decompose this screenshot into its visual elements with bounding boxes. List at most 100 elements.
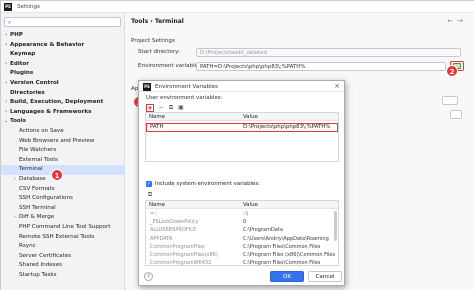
user-env-vars-label: User environment variables: xyxy=(146,95,223,101)
sidebar-item[interactable]: ⌄ Tools xyxy=(1,117,125,127)
settings-search-input[interactable]: ⌕ xyxy=(4,17,121,27)
var-value: C:\Program Files (x86)\Common Files xyxy=(243,252,336,258)
close-icon[interactable]: × xyxy=(334,82,340,90)
system-var-row[interactable]: CommonProgramW6432 C:\Program Files\Commo… xyxy=(146,259,338,266)
shell-path-field[interactable] xyxy=(442,96,458,105)
sidebar-item[interactable]: Plugins xyxy=(1,69,125,79)
chevron-icon[interactable]: ⌄ xyxy=(3,117,9,127)
copy-icon[interactable]: ⧉ xyxy=(167,104,175,112)
sidebar-item[interactable]: › Languages & Frameworks xyxy=(1,108,125,118)
sidebar-item[interactable]: Web Browsers and Preview xyxy=(1,137,125,147)
sidebar-item[interactable]: Startup Tasks xyxy=(1,271,125,281)
sidebar-item[interactable]: File Watchers xyxy=(1,146,125,156)
sidebar-item-label: Shared Indexes xyxy=(19,262,63,269)
sidebar-item-label: External Tools xyxy=(19,156,58,163)
sidebar-item[interactable]: › Build, Execution, Deployment xyxy=(1,98,125,108)
settings-window: PS Settings ⌕ › PHP › Appearance & Behavior… xyxy=(0,0,474,290)
env-vars-field[interactable]: PATH=D:\Projects\php\php83\;%PATH% xyxy=(196,62,446,71)
start-directory-label: Start directory: xyxy=(138,49,180,55)
var-name: _PSLockDownPolicy xyxy=(150,219,199,226)
sidebar-item[interactable]: Server Certificates xyxy=(1,252,125,262)
start-directory-field[interactable]: D:\Projects\web\_deleted xyxy=(196,48,461,57)
sidebar-item[interactable]: PHP Command Line Tool Support xyxy=(1,223,125,233)
var-value: C:\Program Files\Common Files xyxy=(243,260,321,266)
sidebar-item-label: CSV Formats xyxy=(19,185,55,192)
dialog-title-bar: PS Environment Variables × xyxy=(139,81,344,92)
sidebar-item-label: SSH Configurations xyxy=(19,195,73,202)
add-variable-button[interactable]: + xyxy=(146,104,154,112)
name-column-header: Name xyxy=(149,202,165,208)
sidebar-item[interactable]: Directories xyxy=(1,89,125,99)
phpstorm-logo-icon: PS xyxy=(4,3,12,11)
user-vars-table: Name Value PATH D:\Projects\php\php83\;%P… xyxy=(145,112,339,162)
sidebar-item[interactable]: SSH Terminal xyxy=(1,204,125,214)
system-var-row[interactable]: ALLUSERSPROFILE C:\ProgramData xyxy=(146,226,338,234)
sidebar-item-label: Actions on Save xyxy=(19,128,64,134)
sidebar-item[interactable]: Rsync xyxy=(1,242,125,252)
sidebar-item[interactable]: › Appearance & Behavior xyxy=(1,41,125,51)
project-settings-title: Project Settings xyxy=(131,38,175,44)
sidebar-item-label: Server Certificates xyxy=(19,252,72,259)
sidebar-item[interactable]: › PHP xyxy=(1,31,125,41)
settings-sidebar: ⌕ › PHP › Appearance & Behavior Keymap › Edito… xyxy=(1,13,125,290)
chevron-icon[interactable]: › xyxy=(3,79,9,89)
dialog-title: Environment Variables xyxy=(155,83,219,90)
chevron-icon[interactable]: › xyxy=(3,60,9,70)
sidebar-item[interactable]: Terminal xyxy=(1,165,125,175)
value-column-header: Value xyxy=(243,114,258,120)
sidebar-item[interactable]: Remote SSH External Tools xyxy=(1,233,125,243)
system-var-row[interactable]: APPDATA C:\Users\Andriy\AppData\Roaming xyxy=(146,235,338,243)
sidebar-item-label: PHP Command Line Tool Support xyxy=(19,224,111,230)
system-vars-scrollbar[interactable] xyxy=(334,211,337,241)
system-vars-table: Name Value =::::\ _PSLockDownPolicy 0 ALLUS… xyxy=(145,200,339,266)
sidebar-item[interactable]: SSH Configurations xyxy=(1,194,125,204)
user-vars-toolbar: + − ⧉ ▣ xyxy=(145,104,340,112)
system-vars-header: Name Value xyxy=(146,201,338,209)
sidebar-item-label: SSH Terminal xyxy=(19,204,56,211)
chevron-icon[interactable]: › xyxy=(12,213,18,223)
sidebar-item-label: PHP xyxy=(10,32,23,38)
include-system-vars-label: Include system environment variables: xyxy=(155,181,260,187)
paste-icon[interactable]: ▣ xyxy=(177,104,185,112)
sidebar-item[interactable]: External Tools xyxy=(1,156,125,166)
help-icon[interactable]: ? xyxy=(144,272,153,281)
sidebar-item[interactable]: Actions on Save xyxy=(1,127,125,137)
var-value: C:\Users\Andriy\AppData\Roaming xyxy=(243,235,329,242)
sidebar-item-label: Appearance & Behavior xyxy=(10,41,85,48)
name-column-header: Name xyxy=(149,114,165,120)
chevron-icon[interactable]: › xyxy=(12,175,18,185)
user-var-row[interactable]: PATH D:\Projects\php\php83\;%PATH% xyxy=(146,123,338,132)
copy-icon[interactable]: ⧉ xyxy=(146,191,154,199)
breadcrumb: Tools › Terminal xyxy=(131,18,184,25)
ok-button[interactable]: OK xyxy=(270,271,304,282)
sidebar-item[interactable]: Keymap xyxy=(1,50,125,60)
back-forward-icons[interactable]: ←→ xyxy=(447,17,467,25)
chevron-icon[interactable]: › xyxy=(3,41,9,51)
sidebar-item[interactable]: › Editor xyxy=(1,60,125,70)
sidebar-item-label: File Watchers xyxy=(19,147,57,154)
sidebar-item[interactable]: Shared Indexes xyxy=(1,261,125,271)
system-var-row[interactable]: CommonProgramFiles(x86) C:\Program Files … xyxy=(146,251,338,259)
chevron-icon[interactable]: › xyxy=(3,31,9,41)
var-value: 0 xyxy=(243,219,247,226)
remove-variable-button[interactable]: − xyxy=(157,104,165,112)
tab-name-field[interactable] xyxy=(450,110,462,119)
var-value: ::\ xyxy=(243,211,249,217)
sidebar-item-label: Database xyxy=(19,176,46,182)
sidebar-item-label: Rsync xyxy=(19,243,36,250)
sidebar-item[interactable]: › Diff & Merge xyxy=(1,213,125,223)
system-var-row[interactable]: CommonProgramFiles C:\Program Files\Commo… xyxy=(146,243,338,251)
sidebar-item[interactable]: › Version Control xyxy=(1,79,125,89)
system-var-row[interactable]: =::::\ xyxy=(146,210,338,218)
chevron-icon[interactable]: › xyxy=(3,98,9,108)
value-column-header: Value xyxy=(243,202,258,208)
var-name: PATH xyxy=(150,124,164,130)
include-system-vars-checkbox[interactable]: ✓ xyxy=(146,181,152,187)
user-vars-header: Name Value xyxy=(146,113,338,121)
sidebar-item-label: Editor xyxy=(10,60,30,67)
chevron-icon[interactable]: › xyxy=(3,108,9,118)
sidebar-item[interactable]: CSV Formats xyxy=(1,185,125,195)
system-var-row[interactable]: _PSLockDownPolicy 0 xyxy=(146,218,338,226)
sidebar-item[interactable]: › Database xyxy=(1,175,125,185)
cancel-button[interactable]: Cancel xyxy=(308,271,342,282)
